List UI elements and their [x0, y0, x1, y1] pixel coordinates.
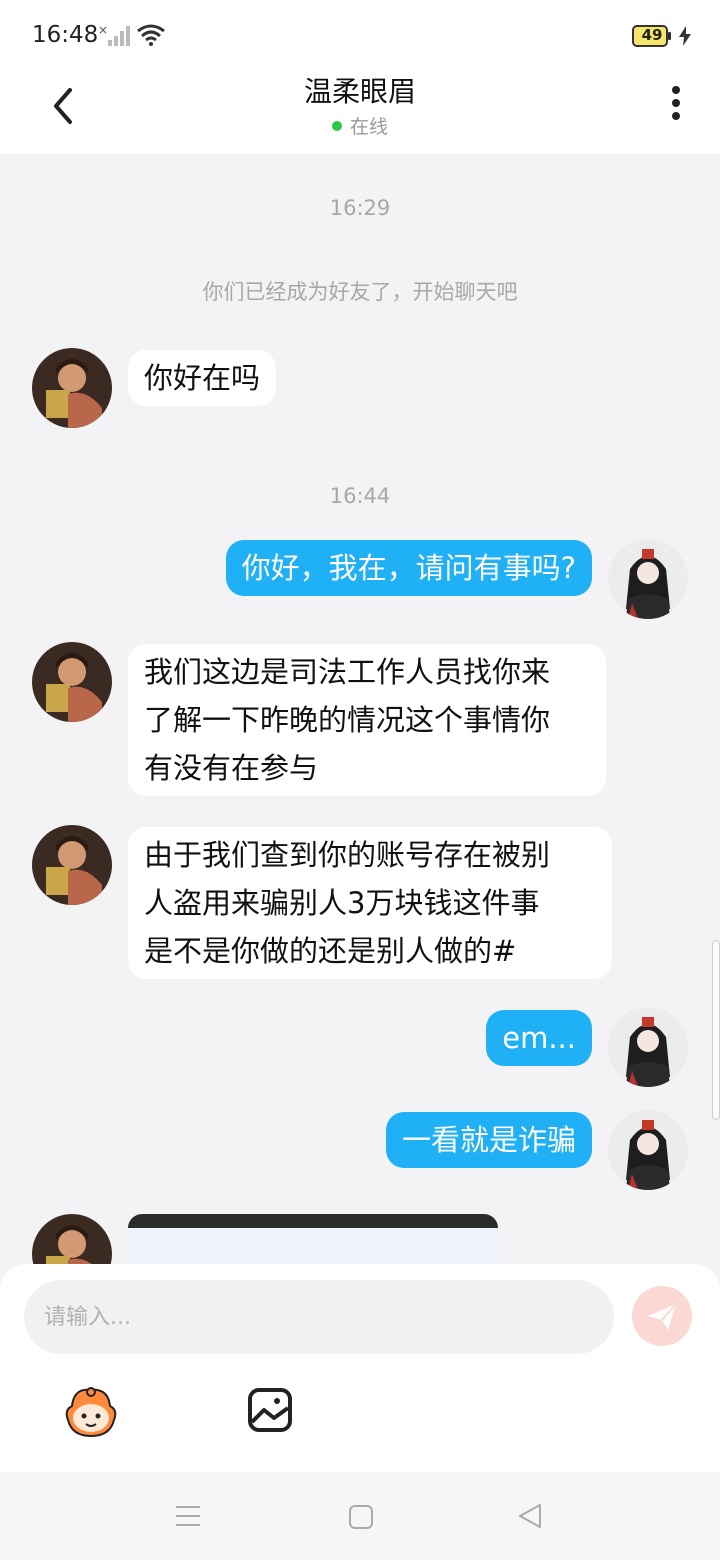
message-input[interactable] [24, 1280, 614, 1354]
image-message-header [128, 1214, 498, 1228]
send-icon [648, 1303, 677, 1330]
contact-avatar[interactable] [32, 642, 112, 722]
contact-avatar-image [32, 642, 112, 722]
message-line: 有没有在参与 [144, 751, 319, 785]
emoji-icon[interactable] [60, 1384, 122, 1440]
user-avatar-image [608, 1110, 688, 1190]
user-avatar[interactable] [608, 539, 688, 619]
user-avatar-image [608, 539, 688, 619]
status-time: 16:48 [32, 22, 99, 48]
chat-title: 温柔眼眉 [303, 75, 416, 108]
online-status: 在线 [0, 112, 720, 139]
scrollbar[interactable] [712, 940, 720, 1120]
contact-avatar-image [32, 825, 112, 905]
back-icon[interactable] [516, 1502, 544, 1530]
more-vertical-icon[interactable] [666, 84, 686, 124]
contact-avatar-image [32, 348, 112, 428]
message-bubble-sent: 你好，我在，请问有事吗? [225, 540, 592, 596]
message-bubble: 由于我们查到你的账号存在被别 人盗用来骗别人3万块钱这件事 是不是你做的还是别人… [128, 827, 612, 979]
message-bubble: 你好在吗 [128, 350, 277, 406]
timestamp: 16:44 [329, 484, 391, 508]
image-icon[interactable] [246, 1386, 294, 1434]
menu-icon[interactable] [174, 1502, 202, 1530]
timestamp: 16:29 [329, 196, 391, 220]
message-line: 我们这边是司法工作人员找你来 [144, 655, 551, 689]
chat-header: 温柔眼眉 在线 [0, 70, 720, 154]
charging-icon [679, 26, 691, 46]
system-message: 你们已经成为好友了，开始聊天吧 [202, 280, 518, 304]
message-line: 由于我们查到你的账号存在被别 [144, 838, 551, 872]
message-line: 了解一下昨晚的情况这个事情你 [144, 703, 551, 737]
home-icon[interactable] [348, 1504, 374, 1530]
send-button[interactable] [632, 1286, 692, 1346]
contact-avatar[interactable] [32, 825, 112, 905]
status-bar: 16:48 × 49 [0, 0, 720, 70]
online-status-label: 在线 [349, 116, 388, 138]
input-panel [0, 1264, 720, 1472]
message-bubble-sent: 一看就是诈骗 [385, 1112, 592, 1168]
message-line: 是不是你做的还是别人做的# [144, 934, 517, 968]
image-message-preview[interactable] [128, 1214, 498, 1264]
contact-avatar-image [32, 1214, 112, 1264]
contact-avatar[interactable] [32, 348, 112, 428]
message-bubble-sent: em... [486, 1010, 592, 1066]
chat-messages[interactable]: 16:29 你们已经成为好友了，开始聊天吧 你好在吗 16:44 你好，我在，请… [0, 154, 720, 1264]
online-dot-icon [331, 120, 342, 131]
system-nav-bar [0, 1472, 720, 1560]
battery-level: 49 [641, 26, 663, 44]
message-line: 人盗用来骗别人3万块钱这件事 [144, 886, 540, 920]
user-avatar[interactable] [608, 1007, 688, 1087]
user-avatar-image [608, 1007, 688, 1087]
contact-avatar[interactable] [32, 1214, 112, 1264]
user-avatar[interactable] [608, 1110, 688, 1190]
message-bubble: 我们这边是司法工作人员找你来 了解一下昨晚的情况这个事情你 有没有在参与 [128, 644, 606, 796]
svg-text:×: × [98, 24, 108, 37]
wifi-icon [137, 24, 165, 46]
signal-icon: × [98, 24, 130, 46]
